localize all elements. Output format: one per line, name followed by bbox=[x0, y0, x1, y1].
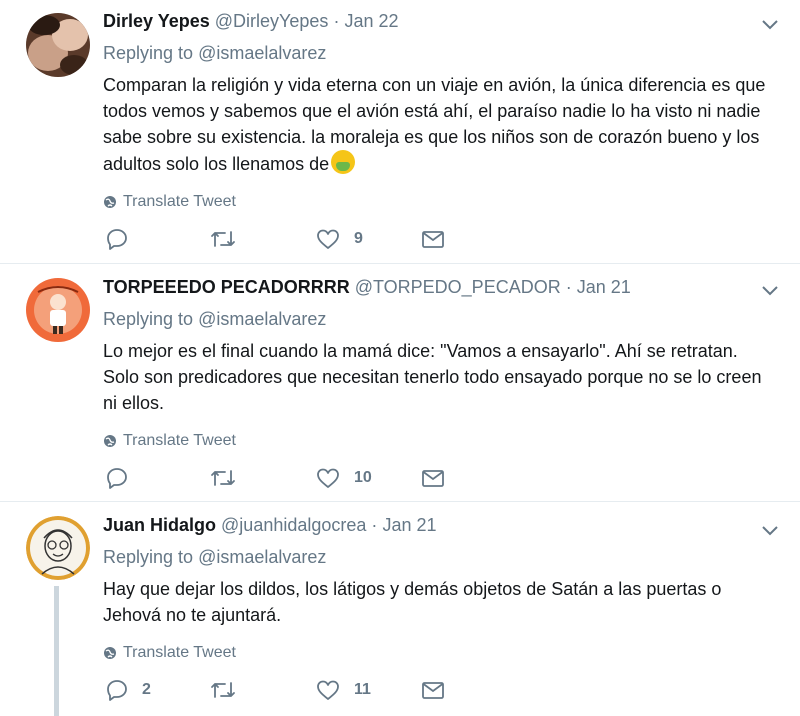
translate-tweet-link[interactable]: Translate Tweet bbox=[103, 191, 780, 213]
retweet-button[interactable] bbox=[210, 225, 250, 253]
like-icon bbox=[317, 680, 339, 700]
reply-icon bbox=[107, 229, 127, 250]
globe-icon bbox=[104, 196, 116, 208]
tweet-header: Dirley Yepes @DirleyYepes · Jan 22 bbox=[103, 8, 780, 34]
translate-tweet-link[interactable]: Translate Tweet bbox=[103, 642, 780, 664]
like-count: 10 bbox=[354, 469, 372, 486]
separator: · bbox=[565, 277, 572, 297]
like-count: 11 bbox=[354, 681, 371, 698]
fullname[interactable]: Dirley Yepes bbox=[103, 11, 210, 31]
fullname[interactable]: TORPEEEDO PECADORRRR bbox=[103, 277, 350, 297]
tweet[interactable]: Juan Hidalgo @juanhidalgocrea · Jan 21 R… bbox=[0, 502, 800, 716]
globe-icon bbox=[104, 647, 116, 659]
globe-icon bbox=[104, 435, 116, 447]
avatar[interactable] bbox=[26, 278, 90, 342]
tweet[interactable]: TORPEEEDO PECADORRRR @TORPEDO_PECADOR · … bbox=[0, 264, 800, 502]
like-button[interactable]: 10 bbox=[316, 464, 372, 492]
reply-context: Replying to @ismaelalvarez bbox=[103, 544, 780, 570]
nauseated-face-emoji bbox=[331, 150, 356, 174]
separator: · bbox=[333, 11, 340, 31]
timestamp[interactable]: Jan 21 bbox=[577, 277, 631, 297]
retweet-button[interactable] bbox=[210, 464, 250, 492]
like-icon bbox=[317, 468, 339, 488]
timestamp[interactable]: Jan 21 bbox=[382, 515, 436, 535]
reply-mention[interactable]: @ismaelalvarez bbox=[198, 309, 326, 329]
fullname[interactable]: Juan Hidalgo bbox=[103, 515, 216, 535]
reply-icon bbox=[107, 680, 127, 701]
direct-message-button[interactable] bbox=[421, 464, 445, 492]
reply-mention[interactable]: @ismaelalvarez bbox=[198, 547, 326, 567]
like-icon bbox=[317, 229, 339, 249]
dm-icon bbox=[422, 231, 444, 248]
like-button[interactable]: 9 bbox=[316, 225, 363, 253]
reply-mention[interactable]: @ismaelalvarez bbox=[198, 43, 326, 63]
tweet-text-body: Comparan la religión y vida eterna con u… bbox=[103, 75, 766, 174]
reply-prefix: Replying to bbox=[103, 547, 194, 567]
translate-tweet-link[interactable]: Translate Tweet bbox=[103, 430, 780, 452]
tweet[interactable]: Dirley Yepes @DirleyYepes · Jan 22 Reply… bbox=[0, 0, 800, 264]
username[interactable]: @DirleyYepes bbox=[215, 11, 329, 31]
chevron-down-icon[interactable] bbox=[760, 520, 780, 540]
retweet-icon bbox=[211, 470, 235, 486]
retweet-icon bbox=[211, 231, 235, 247]
reply-count: 2 bbox=[142, 681, 151, 698]
reply-prefix: Replying to bbox=[103, 309, 194, 329]
reply-button[interactable] bbox=[106, 225, 142, 253]
retweet-icon bbox=[211, 682, 235, 698]
separator: · bbox=[371, 515, 378, 535]
direct-message-button[interactable] bbox=[421, 225, 445, 253]
timestamp[interactable]: Jan 22 bbox=[344, 11, 398, 31]
tweet-text: Lo mejor es el final cuando la mamá dice… bbox=[103, 341, 762, 413]
tweet-text: Comparan la religión y vida eterna con u… bbox=[103, 72, 773, 177]
direct-message-button[interactable] bbox=[421, 676, 445, 704]
reply-button[interactable] bbox=[106, 464, 142, 492]
avatar[interactable] bbox=[26, 13, 90, 77]
avatar[interactable] bbox=[26, 516, 90, 580]
retweet-button[interactable] bbox=[210, 676, 250, 704]
dm-icon bbox=[422, 682, 444, 699]
like-count: 9 bbox=[354, 230, 363, 247]
reply-button[interactable]: 2 bbox=[106, 676, 151, 704]
username[interactable]: @TORPEDO_PECADOR bbox=[355, 277, 561, 297]
dm-icon bbox=[422, 470, 444, 487]
chevron-down-icon[interactable] bbox=[760, 280, 780, 300]
username[interactable]: @juanhidalgocrea bbox=[221, 515, 366, 535]
tweet-header: Juan Hidalgo @juanhidalgocrea · Jan 21 bbox=[103, 512, 780, 538]
chevron-down-icon[interactable] bbox=[760, 14, 780, 34]
translate-label: Translate Tweet bbox=[123, 432, 236, 449]
translate-label: Translate Tweet bbox=[123, 644, 236, 661]
reply-context: Replying to @ismaelalvarez bbox=[103, 40, 780, 66]
translate-label: Translate Tweet bbox=[123, 193, 236, 210]
reply-prefix: Replying to bbox=[103, 43, 194, 63]
tweet-header: TORPEEEDO PECADORRRR @TORPEDO_PECADOR · … bbox=[103, 274, 780, 300]
reply-icon bbox=[107, 468, 127, 489]
reply-context: Replying to @ismaelalvarez bbox=[103, 306, 780, 332]
tweet-text: Hay que dejar los dildos, los látigos y … bbox=[103, 579, 722, 625]
like-button[interactable]: 11 bbox=[316, 676, 371, 704]
thread-line bbox=[54, 586, 59, 716]
